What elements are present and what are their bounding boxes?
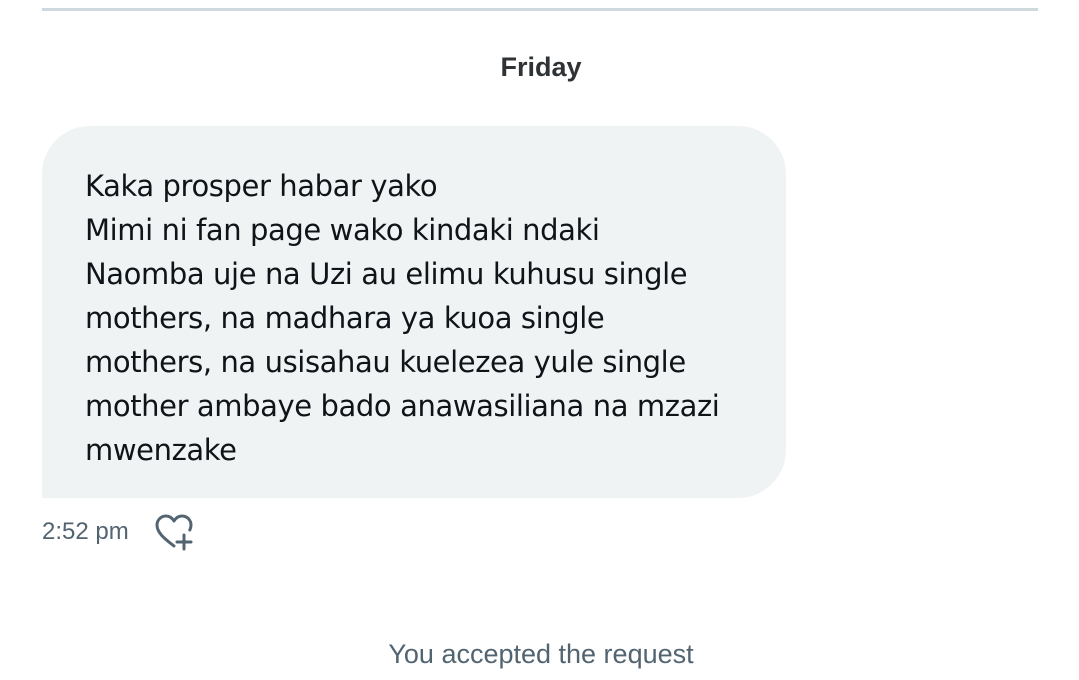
heart-plus-icon <box>155 514 193 551</box>
message-line: mothers, na madhara ya kuoa single <box>85 301 605 335</box>
received-message-bubble[interactable]: Kaka prosper habar yako Mimi ni fan page… <box>42 126 786 498</box>
day-separator: Friday <box>500 52 582 82</box>
message-text: Kaka prosper habar yako Mimi ni fan page… <box>85 164 756 472</box>
message-line: Kaka prosper habar yako <box>85 169 438 203</box>
message-line: mother ambaye bado anawasiliana na mzazi <box>85 389 720 423</box>
message-line: mothers, na usisahau kuelezea yule singl… <box>85 345 686 379</box>
message-line: Naomba uje na Uzi au elimu kuhusu single <box>85 257 688 291</box>
message-timestamp: 2:52 pm <box>42 518 129 545</box>
top-divider <box>42 8 1038 11</box>
message-line: mwenzake <box>85 433 237 467</box>
add-reaction-button[interactable] <box>153 511 195 553</box>
message-meta: 2:52 pm <box>42 510 195 554</box>
message-line: Mimi ni fan page wako kindaki ndaki <box>85 213 600 247</box>
request-accepted-notice: You accepted the request <box>388 639 694 669</box>
